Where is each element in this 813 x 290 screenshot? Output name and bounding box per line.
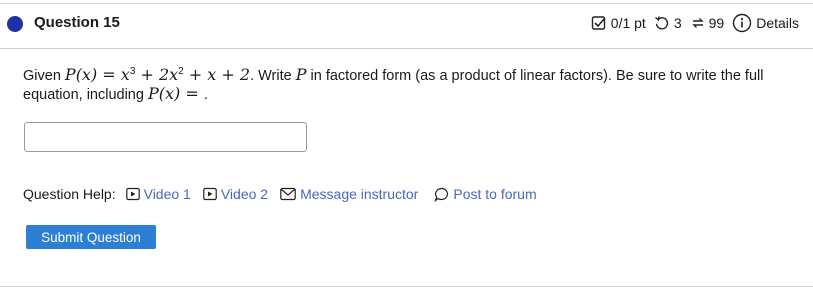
- message-instructor-label: Message instructor: [300, 186, 419, 202]
- score-checkbox-icon: [591, 15, 607, 31]
- bottom-divider: [0, 286, 813, 287]
- top-divider: [0, 3, 813, 4]
- prompt-given: Given: [23, 67, 65, 84]
- poly-term-1: x: [120, 64, 130, 84]
- question-header: Question 15 0/1 pt 3 99 Details: [0, 8, 813, 40]
- video-1-label: Video 1: [143, 186, 191, 202]
- video-icon: [125, 187, 140, 201]
- attempts-count: 3: [673, 15, 682, 31]
- post-to-forum-label: Post to forum: [453, 186, 537, 202]
- score-text: 0/1 pt: [610, 15, 646, 31]
- prompt-function-2: P(x): [147, 83, 181, 103]
- retries-count: 99: [708, 15, 725, 31]
- info-icon[interactable]: [732, 13, 752, 33]
- prompt-equals-2: =: [180, 83, 204, 103]
- header-divider: [0, 48, 813, 49]
- prompt-equals: =: [97, 64, 121, 84]
- video-2-link[interactable]: Video 2: [203, 186, 268, 202]
- question-prompt: Given P(x) = x3 + 2x2 + x + 2. Write P i…: [23, 63, 793, 104]
- details-link[interactable]: Details: [756, 15, 799, 31]
- poly-term-2: + 2x: [135, 64, 179, 84]
- message-instructor-link[interactable]: Message instructor: [280, 186, 418, 202]
- video-icon: [203, 187, 217, 201]
- post-to-forum-link[interactable]: Post to forum: [434, 186, 537, 202]
- prompt-after-poly: . Write: [250, 67, 296, 84]
- poly-term-3: + x + 2: [183, 64, 251, 84]
- speech-bubble-icon: [434, 187, 449, 202]
- help-label: Question Help:: [23, 186, 116, 202]
- submit-question-button[interactable]: Submit Question: [26, 225, 156, 249]
- question-meta: 0/1 pt 3 99 Details: [591, 13, 799, 33]
- retries-icon: [690, 15, 706, 31]
- video-1-link[interactable]: Video 1: [125, 186, 191, 202]
- prompt-var-p: P: [295, 64, 307, 84]
- question-help: Question Help: Video 1 Video 2 Message i…: [23, 186, 537, 202]
- prompt-end: .: [203, 86, 208, 103]
- prompt-function: P(x): [64, 64, 98, 84]
- question-status-dot: [7, 16, 23, 32]
- question-title: Question 15: [34, 14, 120, 31]
- answer-input[interactable]: [24, 122, 307, 152]
- envelope-icon: [280, 187, 296, 201]
- attempts-redo-icon: [654, 15, 670, 31]
- video-2-label: Video 2: [220, 186, 269, 202]
